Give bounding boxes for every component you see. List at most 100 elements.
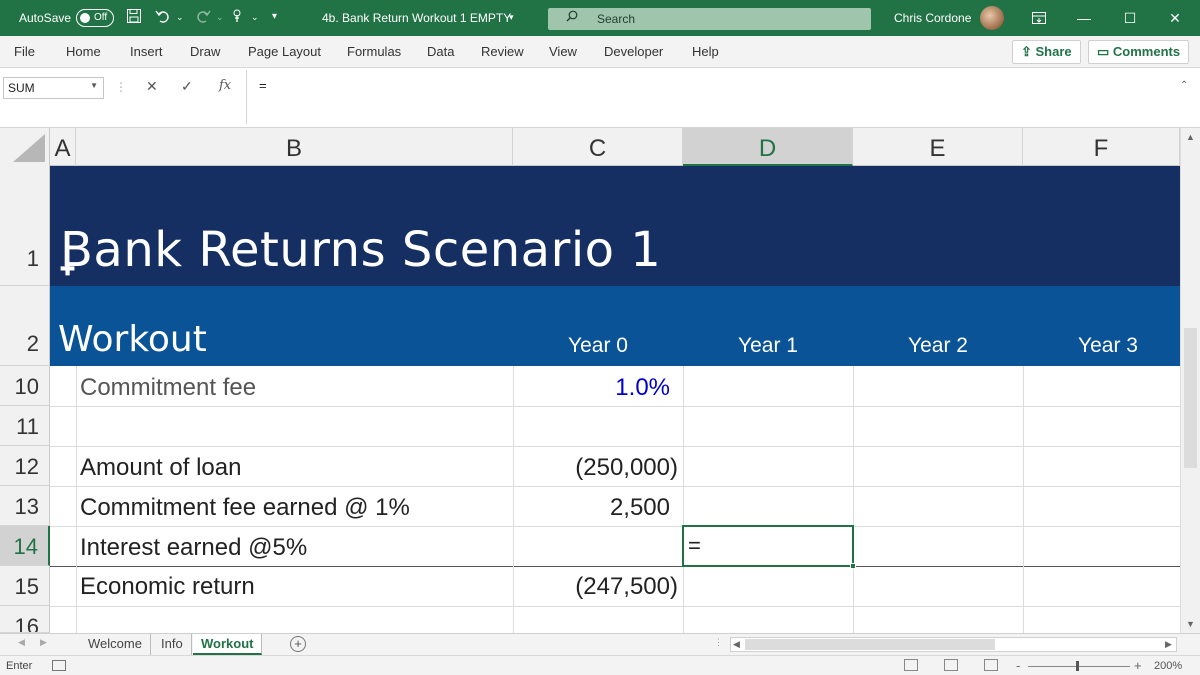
- comments-button[interactable]: ▭ Comments: [1088, 40, 1190, 64]
- save-icon[interactable]: [126, 8, 142, 28]
- select-all-button[interactable]: [0, 128, 50, 166]
- add-sheet-icon[interactable]: +: [290, 636, 306, 652]
- customize-toolbar-icon[interactable]: ▾: [272, 8, 277, 26]
- cancel-icon[interactable]: ✕: [146, 78, 158, 95]
- zoom-in-button[interactable]: +: [1134, 658, 1142, 673]
- sheet-subtitle[interactable]: Workout: [58, 319, 207, 360]
- chevron-down-icon[interactable]: ▼: [90, 81, 98, 90]
- undo-dropdown-icon[interactable]: ⌄: [176, 8, 184, 26]
- tab-file[interactable]: File: [14, 44, 35, 59]
- active-cell-d14[interactable]: =: [682, 525, 856, 569]
- fee-earned-label[interactable]: Commitment fee earned @ 1%: [80, 494, 410, 522]
- touch-dropdown-icon[interactable]: ⌄: [251, 8, 259, 26]
- year-3-header[interactable]: Year 3: [1023, 334, 1193, 358]
- redo-dropdown-icon[interactable]: ⌄: [216, 8, 224, 26]
- commitment-fee-label[interactable]: Commitment fee: [80, 374, 256, 402]
- tab-formulas[interactable]: Formulas: [347, 44, 401, 59]
- tab-page-layout[interactable]: Page Layout: [248, 44, 321, 59]
- tab-developer[interactable]: Developer: [604, 44, 663, 59]
- tab-view[interactable]: View: [549, 44, 577, 59]
- column-header-b[interactable]: B: [76, 128, 513, 166]
- row-header-12[interactable]: 12: [0, 446, 50, 486]
- autosave-toggle[interactable]: Off: [76, 9, 114, 27]
- year-2-header[interactable]: Year 2: [853, 334, 1023, 358]
- economic-return-value[interactable]: (247,500): [575, 573, 678, 601]
- zoom-slider[interactable]: [1028, 666, 1130, 667]
- avatar[interactable]: [980, 6, 1004, 30]
- tab-data[interactable]: Data: [427, 44, 454, 59]
- column-header-d[interactable]: D: [683, 128, 853, 166]
- zoom-slider-knob[interactable]: [1076, 661, 1079, 671]
- zoom-level[interactable]: 200%: [1154, 660, 1182, 672]
- zoom-out-button[interactable]: -: [1016, 658, 1020, 673]
- tab-draw[interactable]: Draw: [190, 44, 220, 59]
- redo-icon[interactable]: [195, 8, 211, 28]
- row-header-16[interactable]: 16: [0, 606, 50, 633]
- amount-of-loan-value[interactable]: (250,000): [575, 454, 678, 482]
- share-button[interactable]: ⇪ Share: [1012, 40, 1081, 64]
- collapse-formula-bar-icon[interactable]: ⌃: [1180, 80, 1188, 91]
- year-0-header[interactable]: Year 0: [513, 334, 683, 358]
- commitment-fee-value[interactable]: 1.0%: [615, 374, 670, 402]
- tab-help[interactable]: Help: [692, 44, 719, 59]
- row-header-11[interactable]: 11: [0, 406, 50, 446]
- comments-label: Comments: [1112, 44, 1181, 59]
- column-header-f[interactable]: F: [1023, 128, 1180, 166]
- minimize-icon[interactable]: —: [1070, 4, 1098, 32]
- column-header-e[interactable]: E: [853, 128, 1023, 166]
- amount-of-loan-label[interactable]: Amount of loan: [80, 454, 241, 482]
- tab-splitter-icon[interactable]: ⋮: [714, 637, 723, 648]
- column-header-a[interactable]: A: [50, 128, 76, 166]
- page-layout-view-icon[interactable]: [944, 659, 958, 671]
- search-box[interactable]: Search: [548, 8, 871, 30]
- sheet-tab-welcome[interactable]: Welcome: [80, 634, 151, 655]
- column-header-c[interactable]: C: [513, 128, 683, 166]
- sheet-tab-info[interactable]: Info: [153, 634, 192, 655]
- row-header-2[interactable]: 2: [0, 286, 50, 366]
- tab-home[interactable]: Home: [66, 44, 101, 59]
- normal-view-icon[interactable]: [904, 659, 918, 671]
- tab-review[interactable]: Review: [481, 44, 524, 59]
- touch-mode-icon[interactable]: [230, 8, 246, 28]
- prev-sheet-icon[interactable]: ◀: [18, 637, 25, 648]
- page-break-view-icon[interactable]: [984, 659, 998, 671]
- options-icon[interactable]: ⋮: [115, 80, 127, 94]
- formula-input[interactable]: =: [246, 70, 1178, 124]
- user-name[interactable]: Chris Cordone: [894, 11, 971, 25]
- tab-insert[interactable]: Insert: [130, 44, 163, 59]
- row-header-14[interactable]: 14: [0, 526, 50, 566]
- document-title[interactable]: 4b. Bank Return Workout 1 EMPTY: [322, 11, 511, 25]
- fill-handle[interactable]: [850, 563, 856, 569]
- economic-return-label[interactable]: Economic return: [80, 573, 255, 601]
- close-icon[interactable]: ✕: [1161, 4, 1189, 32]
- horizontal-scrollbar[interactable]: ◀ ▶: [730, 637, 1177, 652]
- row-header-10[interactable]: 10: [0, 366, 50, 406]
- scroll-thumb[interactable]: [1184, 328, 1197, 468]
- excel-window: AutoSave Off ⌄ ⌄ ⌄ ▾ 4b. Bank Return Wor…: [0, 0, 1200, 675]
- undo-icon[interactable]: [155, 8, 171, 28]
- fee-earned-value[interactable]: 2,500: [610, 494, 670, 522]
- row-header-13[interactable]: 13: [0, 486, 50, 526]
- interest-earned-label[interactable]: Interest earned @5%: [80, 534, 307, 562]
- enter-icon[interactable]: ✓: [181, 78, 193, 95]
- sheet-title[interactable]: Bank Returns Scenario 1: [60, 222, 661, 278]
- macro-record-icon[interactable]: [52, 660, 66, 671]
- vertical-scrollbar[interactable]: ▲ ▼: [1180, 128, 1200, 633]
- worksheet-grid[interactable]: A B C D E F 1 2 10 11 12 13 14 15 16 Ban…: [0, 128, 1180, 633]
- scroll-up-icon[interactable]: ▲: [1186, 132, 1195, 142]
- ribbon-display-icon[interactable]: [1025, 4, 1053, 32]
- scroll-down-icon[interactable]: ▼: [1186, 619, 1195, 629]
- row-header-1[interactable]: 1: [0, 166, 50, 286]
- scroll-right-icon[interactable]: ▶: [1165, 639, 1172, 650]
- next-sheet-icon[interactable]: ▶: [40, 637, 47, 648]
- row-header-15[interactable]: 15: [0, 566, 50, 606]
- name-box[interactable]: SUM ▼: [3, 77, 104, 99]
- maximize-icon[interactable]: ☐: [1116, 4, 1144, 32]
- gridline: [76, 366, 77, 633]
- insert-function-icon[interactable]: fx: [219, 78, 231, 93]
- scroll-left-icon[interactable]: ◀: [733, 639, 740, 650]
- year-1-header[interactable]: Year 1: [683, 334, 853, 358]
- sheet-tab-workout[interactable]: Workout: [193, 634, 263, 655]
- hscroll-thumb[interactable]: [745, 639, 995, 650]
- title-dropdown-icon[interactable]: ▾: [509, 8, 514, 26]
